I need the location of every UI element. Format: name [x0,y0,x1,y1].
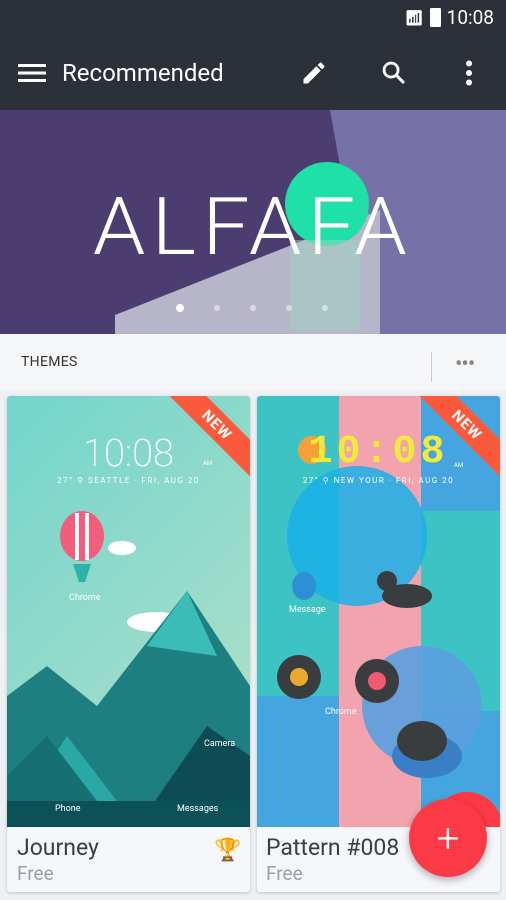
theme-thumbnail: NEW 10:08 AM 27° ⚲ NEW YOUR · FRI, AUG 2… [257,396,500,827]
theme-name: Pattern #008 [266,834,400,861]
section-more-button[interactable]: ••• [455,352,475,377]
clock-time: 10:08 [83,432,174,476]
trophy-icon: 🏆 [214,838,242,863]
app-bar: Recommended [0,50,506,96]
menu-button[interactable] [17,58,47,88]
search-icon [382,61,405,84]
theme-name: Journey [17,834,99,861]
add-theme-fab[interactable]: + [409,799,487,877]
theme-price: Free [266,862,303,885]
top-bar: 📶︎ 10:08 Recommended [0,0,506,110]
battery-icon [429,8,441,27]
clock-ampm: AM [203,460,213,467]
hamburger-icon [18,64,46,82]
status-bar: 📶︎ 10:08 [405,6,494,29]
pager-dot[interactable] [286,305,292,311]
app-label: Camera [204,739,236,749]
clock-time: 10:08 [308,430,449,475]
wifi-icon: 📶︎ [404,8,424,27]
weather-info: 27° ⚲ SEATTLE · FRI, AUG 20 [57,476,200,485]
more-vert-icon [466,60,472,86]
plus-icon: + [436,814,460,862]
theme-price: Free [17,862,54,885]
section-title: THEMES [21,354,78,370]
pager-dot[interactable] [322,305,328,311]
featured-banner[interactable]: ALFAFA [0,110,506,334]
edit-button[interactable] [299,58,329,88]
theme-card-journey[interactable]: NEW 10:08 AM 27° ⚲ SEATTLE · FRI, AUG 20… [7,396,250,892]
themes-section-header: THEMES ••• [0,334,506,390]
page-title: Recommended [62,59,224,87]
pager-dot-active[interactable] [176,304,184,312]
search-button[interactable] [379,58,409,88]
banner-pager[interactable] [176,304,328,312]
more-horiz-icon: ••• [455,352,475,377]
more-options-button[interactable] [454,58,484,88]
app-label: Message [289,605,326,615]
pager-dot[interactable] [214,305,220,311]
divider [431,352,432,382]
clock-ampm: AM [454,462,464,469]
banner-brand: ALFAFA [92,180,414,274]
app-label: Chrome [325,707,357,717]
pager-dot[interactable] [250,305,256,311]
app-label: Chrome [69,593,101,603]
theme-thumbnail: NEW 10:08 AM 27° ⚲ SEATTLE · FRI, AUG 20… [7,396,250,827]
status-time: 10:08 [446,6,494,29]
weather-info: 27° ⚲ NEW YOUR · FRI, AUG 20 [302,476,455,485]
pencil-icon [303,62,325,84]
app-label: Messages [177,804,219,814]
app-label: Phone [55,804,81,814]
